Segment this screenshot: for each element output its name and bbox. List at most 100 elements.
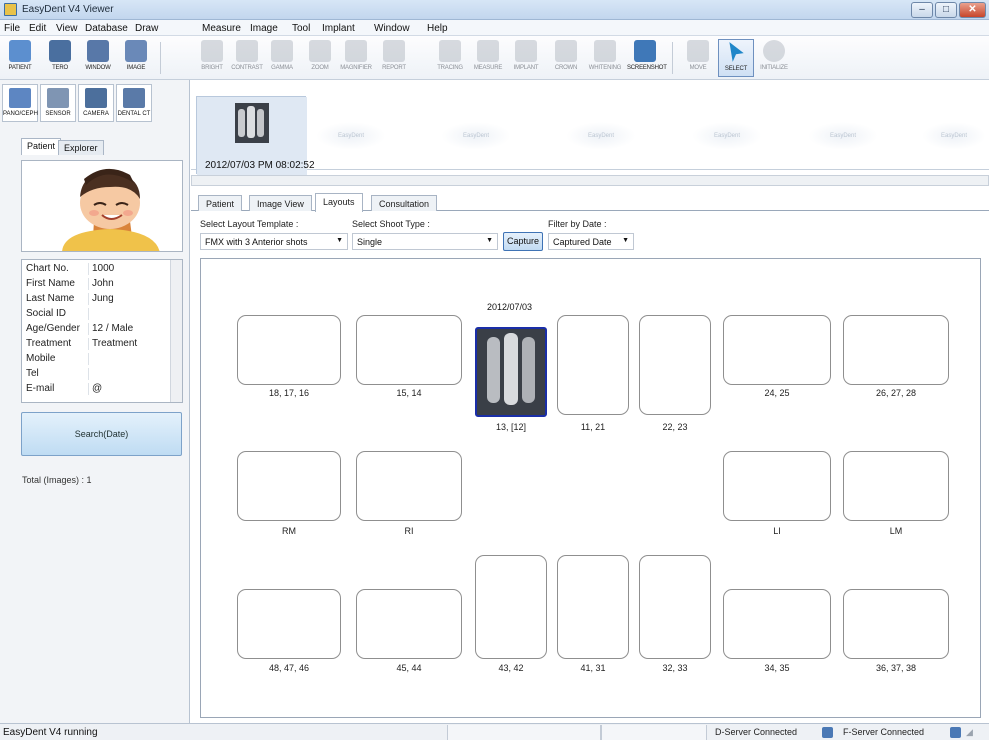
select-button[interactable]: SELECT — [718, 39, 754, 77]
crown-button[interactable]: CROWN — [548, 39, 584, 77]
patient-button[interactable]: PATIENT — [2, 39, 38, 77]
menu-image[interactable]: Image — [250, 23, 278, 34]
tab-explorer[interactable]: Explorer — [58, 140, 104, 155]
menu-window[interactable]: Window — [374, 23, 410, 34]
tracing-button[interactable]: TRACING — [432, 39, 468, 77]
contrast-button[interactable]: CONTRAST — [229, 39, 265, 77]
info-scrollbar[interactable] — [170, 260, 182, 402]
tab-consultation[interactable]: Consultation — [371, 195, 438, 211]
thumbnail-date: 2012/07/03 PM 08:02:52 — [205, 160, 315, 171]
gamma-button[interactable]: GAMMA — [264, 39, 300, 77]
slot-label: LI — [773, 526, 781, 536]
layout-slot[interactable] — [356, 589, 462, 659]
layout-slot[interactable] — [237, 451, 341, 521]
status-panel — [447, 725, 601, 740]
layout-slot[interactable] — [237, 589, 341, 659]
shot-type-select[interactable]: Single ▼ — [352, 233, 498, 250]
move-button[interactable]: MOVE — [680, 39, 716, 77]
tracing-icon — [439, 40, 461, 62]
layout-slot[interactable] — [843, 451, 949, 521]
screenshot-button[interactable]: SCREENSHOT — [627, 39, 667, 77]
sensor-icon — [47, 88, 69, 108]
menu-draw[interactable]: Draw — [135, 23, 158, 34]
window-button[interactable]: WINDOW — [80, 39, 116, 77]
dental-ct-icon — [123, 88, 145, 108]
pano-ceph-button[interactable]: PANO/CEPH — [2, 84, 38, 122]
image-icon — [125, 40, 147, 62]
patient-avatar — [21, 160, 183, 252]
layout-slot[interactable] — [723, 315, 831, 385]
d-server-status: D-Server Connected — [715, 727, 798, 737]
layout-slot[interactable] — [843, 315, 949, 385]
camera-icon — [85, 88, 107, 108]
tab-patient[interactable]: Patient — [21, 138, 62, 155]
layout-slot[interactable] — [723, 589, 831, 659]
layout-slot[interactable] — [639, 555, 711, 659]
info-row-mobile: Mobile — [22, 353, 170, 365]
report-button[interactable]: REPORT — [376, 39, 412, 77]
tab-image-view[interactable]: Image View — [249, 195, 312, 211]
slot-label: 18, 17, 16 — [268, 388, 310, 398]
menu-measure[interactable]: Measure — [202, 23, 241, 34]
layout-slot[interactable] — [237, 315, 341, 385]
menu-database[interactable]: Database — [85, 23, 128, 34]
avatar-illustration — [22, 161, 182, 251]
crown-icon — [555, 40, 577, 62]
chevron-down-icon: ▼ — [336, 237, 343, 244]
layout-slot[interactable] — [639, 315, 711, 415]
layout-slot-filled[interactable] — [475, 327, 547, 417]
toolbar-separator — [160, 42, 161, 74]
tab-patient-info[interactable]: Patient — [198, 195, 243, 211]
magnifier-button[interactable]: MAGNIFIER — [338, 39, 374, 77]
menu-tool[interactable]: Tool — [292, 23, 310, 34]
implant-button[interactable]: IMPLANT — [508, 39, 544, 77]
screenshot-icon — [634, 40, 656, 62]
layout-slot[interactable] — [843, 589, 949, 659]
magnifier-icon — [345, 40, 367, 62]
layout-slot[interactable] — [475, 555, 547, 659]
measure-icon — [477, 40, 499, 62]
initialize-button[interactable]: INITIALIZE — [756, 39, 792, 77]
sensor-button[interactable]: SENSOR — [40, 84, 76, 122]
slot-label: 26, 27, 28 — [875, 388, 917, 398]
zoom-button[interactable]: ZOOM — [302, 39, 338, 77]
resize-grip-icon[interactable]: ◢ — [966, 727, 973, 738]
implant-icon — [515, 40, 537, 62]
bright-button[interactable]: BRIGHT — [194, 39, 230, 77]
thumbnail-scrollbar[interactable] — [191, 175, 989, 186]
close-button[interactable]: ✕ — [959, 2, 986, 18]
chevron-down-icon: ▼ — [622, 237, 629, 244]
menu-view[interactable]: View — [56, 23, 78, 34]
measure-button[interactable]: MEASURE — [470, 39, 506, 77]
dental-ct-button[interactable]: DENTAL CT — [116, 84, 152, 122]
tero-button[interactable]: TERO — [42, 39, 78, 77]
info-row-email: E-mail @ — [26, 383, 103, 395]
info-row-age-gender: Age/Gender 12 / Male — [26, 323, 134, 335]
menu-file[interactable]: File — [4, 23, 20, 34]
layout-slot[interactable] — [356, 315, 462, 385]
date-filter-select[interactable]: Captured Date ▼ — [548, 233, 634, 250]
layout-slot[interactable] — [723, 451, 831, 521]
layout-slot[interactable] — [557, 315, 629, 415]
menu-help[interactable]: Help — [427, 23, 448, 34]
total-images-label: Total (Images) : 1 — [22, 475, 92, 485]
image-button[interactable]: IMAGE — [118, 39, 154, 77]
slot-capture-date: 2012/07/03 — [487, 302, 533, 312]
info-row-chart: Chart No. 1000 — [26, 263, 115, 275]
camera-button[interactable]: CAMERA — [78, 84, 114, 122]
maximize-button[interactable]: □ — [935, 2, 957, 18]
search-date-button[interactable]: Search(Date) — [21, 412, 182, 456]
menu-edit[interactable]: Edit — [29, 23, 46, 34]
tab-layouts[interactable]: Layouts — [315, 193, 363, 212]
whitening-button[interactable]: WHITENING — [587, 39, 623, 77]
thumbnail-placeholder: EasyDent — [692, 122, 762, 150]
menu-implant[interactable]: Implant — [322, 23, 355, 34]
template-select[interactable]: FMX with 3 Anterior shots ▼ — [200, 233, 348, 250]
minimize-button[interactable]: – — [911, 2, 933, 18]
menu-bar: File Edit View Database Draw Measure Ima… — [0, 20, 989, 36]
layout-slot[interactable] — [557, 555, 629, 659]
layout-slot[interactable] — [356, 451, 462, 521]
capture-button[interactable]: Capture — [503, 232, 543, 251]
status-text: EasyDent V4 running — [3, 727, 98, 738]
date-filter-label: Filter by Date : — [548, 219, 607, 229]
